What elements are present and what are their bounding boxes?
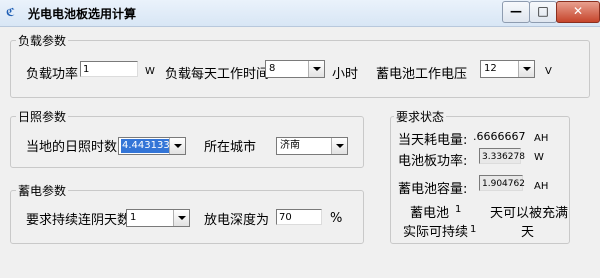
actual-duration-suffix: 天 <box>521 225 535 240</box>
city-value: 济南 <box>280 140 300 151</box>
load-power-label: 负载功率 <box>26 67 79 82</box>
chevron-down-icon[interactable] <box>518 61 534 77</box>
load-power-unit: W <box>145 66 155 77</box>
battery-voltage-value: 12 <box>484 63 497 74</box>
battery-voltage-label: 蓄电池工作电压 <box>376 67 468 82</box>
panel-power-unit: W <box>534 152 544 163</box>
close-icon: ✕ <box>572 4 584 18</box>
battery-label: 蓄电池 <box>410 206 450 221</box>
storage-params-label: 蓄电参数 <box>16 182 69 199</box>
load-params-label: 负载参数 <box>16 32 69 49</box>
discharge-depth-unit: % <box>330 211 343 226</box>
city-label: 所在城市 <box>204 140 257 155</box>
load-hours-value: 8 <box>269 63 276 74</box>
battery-charge-suffix: 天可以被充满 <box>490 206 569 221</box>
discharge-depth-label: 放电深度为 <box>204 213 270 228</box>
load-power-input[interactable]: 1 <box>80 61 138 77</box>
cloudy-days-label: 要求持续连阴天数 <box>26 213 131 228</box>
battery-capacity-field: 1.904762 <box>479 175 525 191</box>
close-button[interactable]: ✕ <box>556 1 600 23</box>
chevron-down-icon[interactable] <box>169 138 185 154</box>
sunshine-hours-select[interactable]: 4.4431332 <box>118 137 186 155</box>
sun-params-label: 日照参数 <box>16 108 69 125</box>
minimize-button[interactable]: — <box>502 1 530 23</box>
load-hours-label: 负载每天工作时间 <box>165 67 270 82</box>
chevron-down-icon[interactable] <box>173 210 189 226</box>
actual-duration-label: 实际可持续 <box>403 225 469 240</box>
minimize-icon: — <box>510 4 522 18</box>
panel-power-field: 3.336278 <box>479 148 525 164</box>
panel-power-label: 电池板功率: <box>398 154 468 169</box>
title-bar: ℭ 光电电池板选用计算 — □ ✕ <box>0 0 600 27</box>
discharge-depth-input[interactable]: 70 <box>276 209 322 225</box>
battery-capacity-unit: AH <box>534 181 549 192</box>
city-select[interactable]: 济南 <box>276 137 348 155</box>
battery-capacity-label: 蓄电池容量: <box>398 182 468 197</box>
battery-voltage-select[interactable]: 12 <box>480 60 535 78</box>
sunshine-hours-label: 当地的日照时数 <box>26 140 118 155</box>
chevron-down-icon[interactable] <box>331 138 347 154</box>
load-hours-unit: 小时 <box>332 67 359 82</box>
battery-voltage-unit: V <box>545 66 552 77</box>
daily-consumption-label: 当天耗电量: <box>398 133 468 148</box>
status-label: 要求状态 <box>394 108 447 125</box>
cloudy-days-value: 1 <box>130 212 137 223</box>
daily-consumption-value: .6666667 <box>473 130 526 143</box>
daily-consumption-unit: AH <box>534 133 549 144</box>
chevron-down-icon[interactable] <box>308 61 324 77</box>
app-icon: ℭ <box>6 6 16 19</box>
battery-value: 1 <box>455 204 462 215</box>
load-hours-select[interactable]: 8 <box>265 60 325 78</box>
window-title: 光电电池板选用计算 <box>28 7 137 21</box>
maximize-button[interactable]: □ <box>529 1 557 23</box>
actual-duration-value: 1 <box>470 224 477 235</box>
cloudy-days-select[interactable]: 1 <box>126 209 190 227</box>
maximize-icon: □ <box>537 4 549 18</box>
